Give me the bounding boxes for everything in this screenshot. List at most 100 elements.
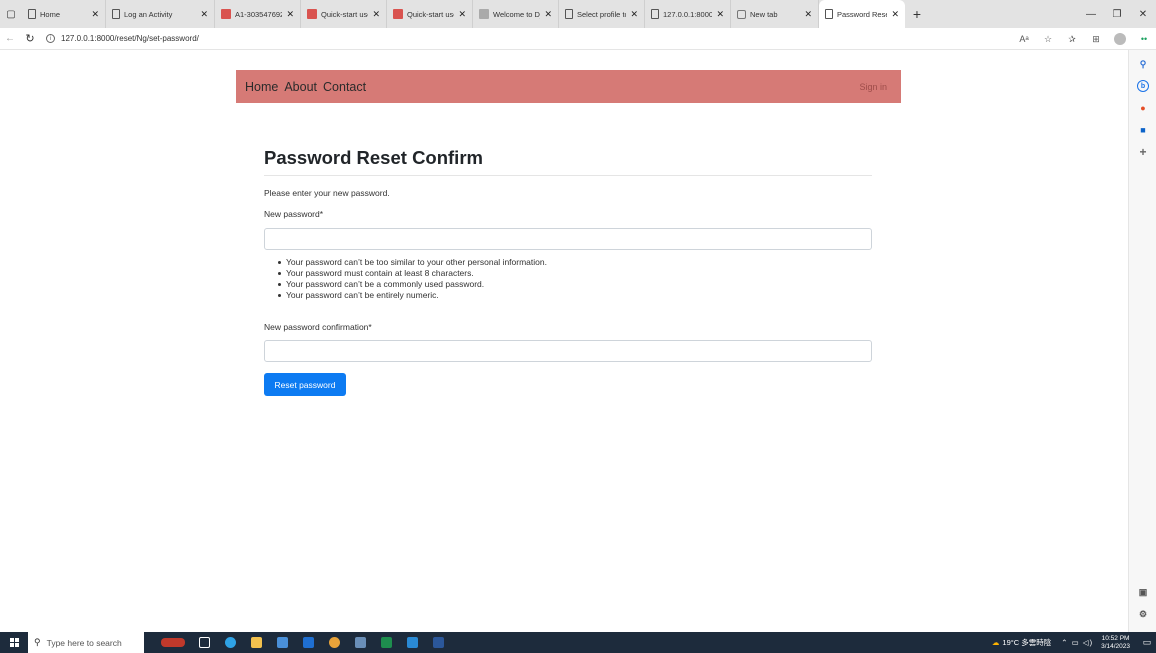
tab-pdf-a1[interactable]: A1-3035476923.pd ✕ xyxy=(215,0,301,28)
sign-in-link[interactable]: Sign in xyxy=(859,70,887,103)
search-icon: ⚲ xyxy=(34,637,41,647)
favorite-add-icon[interactable]: ☆ xyxy=(1036,34,1060,45)
favorites-icon[interactable]: ✰ xyxy=(1060,34,1084,45)
tab-home[interactable]: Home ✕ xyxy=(22,0,106,28)
confirm-password-input[interactable] xyxy=(264,340,872,362)
tab-title: New tab xyxy=(750,9,778,19)
tab-welcome-django[interactable]: Welcome to Djang ✕ xyxy=(473,0,559,28)
windows-start-icon[interactable] xyxy=(0,632,28,653)
excel-icon[interactable] xyxy=(376,632,396,653)
nav-link-contact[interactable]: Contact xyxy=(323,80,366,94)
url-text: 127.0.0.1:8000/reset/Ng/set-password/ xyxy=(61,34,199,43)
page-icon xyxy=(112,9,120,19)
close-icon[interactable]: ✕ xyxy=(630,9,638,20)
bing-icon[interactable]: b xyxy=(1137,80,1149,92)
add-icon[interactable]: + xyxy=(1137,145,1149,159)
outlook-icon[interactable]: ■ xyxy=(1137,124,1149,136)
profile-avatar[interactable] xyxy=(1114,33,1126,45)
page-icon xyxy=(28,9,36,19)
tab-actions-icon[interactable]: ▢ xyxy=(0,0,22,28)
tab-localhost[interactable]: 127.0.0.1:8000/pa ✕ xyxy=(645,0,731,28)
office-icon[interactable]: ● xyxy=(1137,102,1149,114)
close-icon[interactable]: ✕ xyxy=(200,9,208,20)
taskbar: ⚲ Type here to search ☁ 19°C 多雲時陰 ⌃ ▭ ◁)… xyxy=(0,632,1156,653)
news-widget-icon[interactable] xyxy=(158,632,188,653)
password-help-list: Your password can’t be too similar to yo… xyxy=(278,257,547,301)
tab-title: Welcome to Djang xyxy=(493,9,540,19)
settings-icon[interactable]: ⚙ xyxy=(1137,608,1149,620)
help-item: Your password must contain at least 8 ch… xyxy=(278,268,547,279)
tab-title: Password Reset xyxy=(837,9,888,19)
tab-log-activity[interactable]: Log an Activity ✕ xyxy=(106,0,215,28)
close-icon[interactable]: ✕ xyxy=(716,9,724,20)
url-field[interactable]: i 127.0.0.1:8000/reset/Ng/set-password/ xyxy=(46,34,199,43)
intro-text: Please enter your new password. xyxy=(264,188,390,198)
sidebar-toggle-icon[interactable]: ▣ xyxy=(1137,586,1149,598)
pdf-icon xyxy=(393,9,403,19)
chrome-icon[interactable] xyxy=(324,632,344,653)
tab-new-tab[interactable]: New tab ✕ xyxy=(731,0,819,28)
tab-title: Quick-start user gu xyxy=(407,9,454,19)
address-bar: ← ↻ i 127.0.0.1:8000/reset/Ng/set-passwo… xyxy=(0,28,1156,50)
browser-sidebar: ⚲ b ● ■ + ▣ ⚙ xyxy=(1128,50,1156,632)
tray-icons[interactable]: ⌃ ▭ ◁) xyxy=(1061,638,1093,647)
reset-password-button[interactable]: Reset password xyxy=(264,373,346,396)
page-icon xyxy=(825,9,833,19)
word-icon[interactable] xyxy=(428,632,448,653)
tab-quick-start-2[interactable]: Quick-start user gu ✕ xyxy=(387,0,473,28)
page-icon xyxy=(651,9,659,19)
tab-select-profile[interactable]: Select profile to ch ✕ xyxy=(559,0,645,28)
page-icon xyxy=(565,9,573,19)
window-controls: — ❐ ✕ xyxy=(1078,0,1156,28)
close-icon[interactable]: ✕ xyxy=(372,9,380,20)
tab-quick-start-1[interactable]: Quick-start user gu ✕ xyxy=(301,0,387,28)
close-window-icon[interactable]: ✕ xyxy=(1130,0,1156,28)
clock-time: 10:52 PM xyxy=(1101,634,1130,642)
nav-link-home[interactable]: Home xyxy=(245,80,278,94)
maximize-icon[interactable]: ❐ xyxy=(1104,0,1130,28)
nav-link-about[interactable]: About xyxy=(284,80,317,94)
taskbar-search[interactable]: ⚲ Type here to search xyxy=(28,632,144,653)
close-icon[interactable]: ✕ xyxy=(804,9,812,20)
search-icon[interactable]: ⚲ xyxy=(1137,58,1149,70)
python-icon[interactable] xyxy=(350,632,370,653)
back-icon[interactable]: ← xyxy=(0,28,20,50)
django-icon xyxy=(479,9,489,19)
read-aloud-icon[interactable]: Aᵃ xyxy=(1012,34,1036,44)
title-divider xyxy=(264,175,872,176)
password-reset-form: Password Reset Confirm Please enter your… xyxy=(264,146,872,396)
pdf-icon xyxy=(221,9,231,19)
notification-icon[interactable]: ▭ xyxy=(1138,637,1156,648)
tab-title: Log an Activity xyxy=(124,9,173,19)
new-password-input[interactable] xyxy=(264,228,872,250)
info-icon[interactable]: i xyxy=(46,34,55,43)
clock[interactable]: 10:52 PM 3/14/2023 xyxy=(1101,635,1130,651)
task-view-icon[interactable] xyxy=(194,632,214,653)
close-icon[interactable]: ✕ xyxy=(91,9,99,20)
confirm-password-label: New password confirmation* xyxy=(264,322,372,332)
minimize-icon[interactable]: — xyxy=(1078,0,1104,28)
pdf-icon xyxy=(307,9,317,19)
page-title: Password Reset Confirm xyxy=(264,147,483,168)
edge-icon[interactable] xyxy=(220,632,240,653)
weather-widget[interactable]: ☁ 19°C 多雲時陰 xyxy=(992,637,1051,648)
copilot-icon[interactable]: •• xyxy=(1132,34,1156,44)
collections-icon[interactable]: ⊞ xyxy=(1084,34,1108,45)
reload-icon[interactable]: ↻ xyxy=(20,28,40,50)
mail-icon[interactable] xyxy=(298,632,318,653)
new-tab-button[interactable]: + xyxy=(905,0,929,28)
close-icon[interactable]: ✕ xyxy=(891,9,899,20)
close-icon[interactable]: ✕ xyxy=(286,9,294,20)
help-item: Your password can’t be too similar to yo… xyxy=(278,257,547,268)
weather-text: 19°C 多雲時陰 xyxy=(1002,638,1052,647)
store-icon[interactable] xyxy=(272,632,292,653)
system-tray: ☁ 19°C 多雲時陰 ⌃ ▭ ◁) 10:52 PM 3/14/2023 ▭ xyxy=(992,632,1156,653)
address-bar-actions: Aᵃ ☆ ✰ ⊞ •• xyxy=(1012,28,1156,50)
vscode-icon[interactable] xyxy=(402,632,422,653)
site-navbar: Home About Contact Sign in xyxy=(236,70,901,103)
close-icon[interactable]: ✕ xyxy=(458,9,466,20)
weather-icon: ☁ xyxy=(991,638,1000,647)
close-icon[interactable]: ✕ xyxy=(544,9,552,20)
file-explorer-icon[interactable] xyxy=(246,632,266,653)
tab-password-reset[interactable]: Password Reset ✕ xyxy=(819,0,905,28)
